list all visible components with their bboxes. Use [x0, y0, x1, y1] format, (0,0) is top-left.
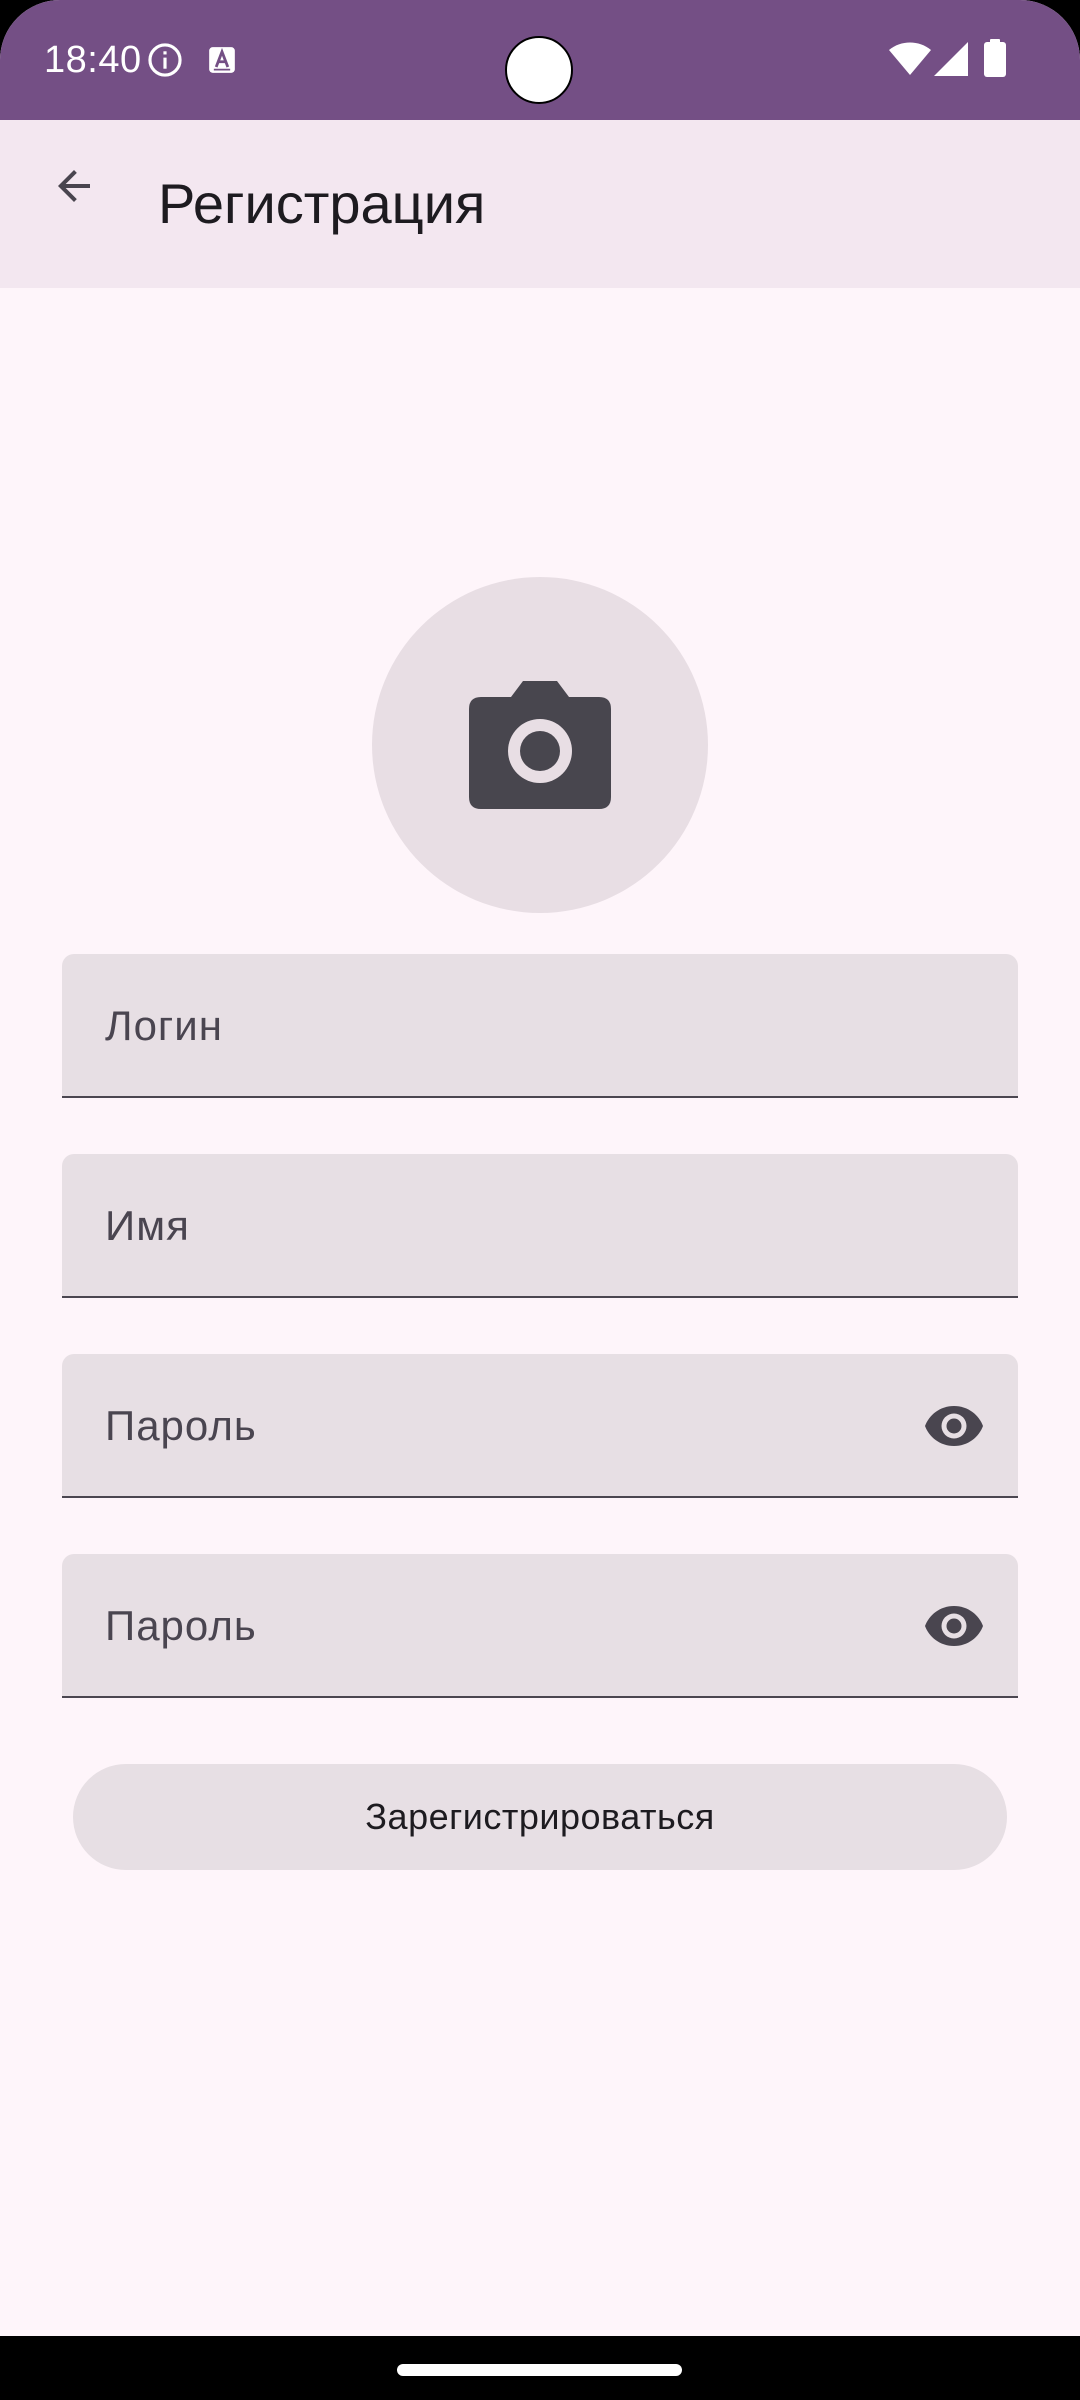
- name-label: Имя: [105, 1202, 190, 1249]
- top-app-bar: Регистрация: [0, 120, 1080, 288]
- wifi-icon: [889, 42, 931, 76]
- password-visibility-toggle[interactable]: [920, 1392, 988, 1460]
- eye-icon: [925, 1606, 983, 1646]
- name-field[interactable]: Имя: [62, 1154, 1018, 1298]
- camera-icon: [469, 681, 611, 809]
- password-label: Пароль: [105, 1402, 257, 1449]
- password-confirm-field[interactable]: Пароль: [62, 1554, 1018, 1698]
- login-label: Логин: [105, 1002, 223, 1049]
- avatar-picker[interactable]: [372, 577, 708, 913]
- eye-icon: [925, 1406, 983, 1446]
- battery-icon: [984, 39, 1006, 77]
- back-button[interactable]: [30, 142, 118, 230]
- password-confirm-label: Пароль: [105, 1602, 257, 1649]
- home-indicator[interactable]: [397, 2364, 682, 2376]
- a-notification-icon: [208, 46, 236, 74]
- password-field[interactable]: Пароль: [62, 1354, 1018, 1498]
- password-confirm-visibility-toggle[interactable]: [920, 1592, 988, 1660]
- app-screen: 18:40 Регистрация Логин Имя Пароль Парол…: [0, 0, 1080, 2400]
- arrow-back-icon: [58, 170, 90, 202]
- signal-icon: [934, 42, 968, 76]
- status-bar: 18:40: [0, 0, 1080, 120]
- front-camera-cutout: [505, 36, 573, 104]
- page-title: Регистрация: [158, 172, 486, 235]
- login-field[interactable]: Логин: [62, 954, 1018, 1098]
- register-button[interactable]: Зарегистрироваться: [73, 1764, 1007, 1870]
- info-icon: [146, 41, 184, 79]
- status-time: 18:40: [44, 39, 142, 81]
